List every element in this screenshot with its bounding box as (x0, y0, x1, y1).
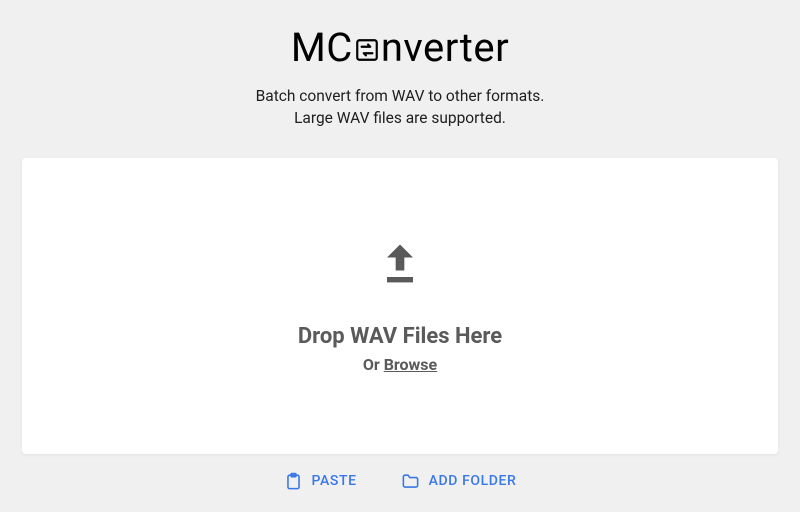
subtitle: Batch convert from WAV to other formats.… (256, 85, 545, 130)
dropzone-title: Drop WAV Files Here (298, 324, 502, 349)
browse-link[interactable]: Browse (384, 355, 437, 374)
subtitle-line-1: Batch convert from WAV to other formats. (256, 85, 545, 107)
add-folder-label: ADD FOLDER (429, 473, 517, 489)
logo-text-prefix: MC (291, 24, 353, 71)
swap-icon (354, 37, 380, 63)
dropzone-or: Or (363, 355, 384, 374)
upload-icon (374, 238, 426, 294)
paste-button[interactable]: PASTE (284, 472, 357, 491)
app-logo: MC nverter (291, 24, 509, 71)
dropzone-subtext: Or Browse (363, 355, 437, 374)
add-folder-button[interactable]: ADD FOLDER (401, 472, 517, 491)
folder-icon (401, 472, 420, 491)
logo-text-suffix: nverter (381, 24, 509, 71)
file-dropzone[interactable]: Drop WAV Files Here Or Browse (22, 158, 778, 454)
subtitle-line-2: Large WAV files are supported. (256, 107, 545, 129)
bottom-actions: PASTE ADD FOLDER (284, 472, 517, 491)
paste-label: PASTE (312, 473, 357, 489)
clipboard-icon (284, 472, 303, 491)
